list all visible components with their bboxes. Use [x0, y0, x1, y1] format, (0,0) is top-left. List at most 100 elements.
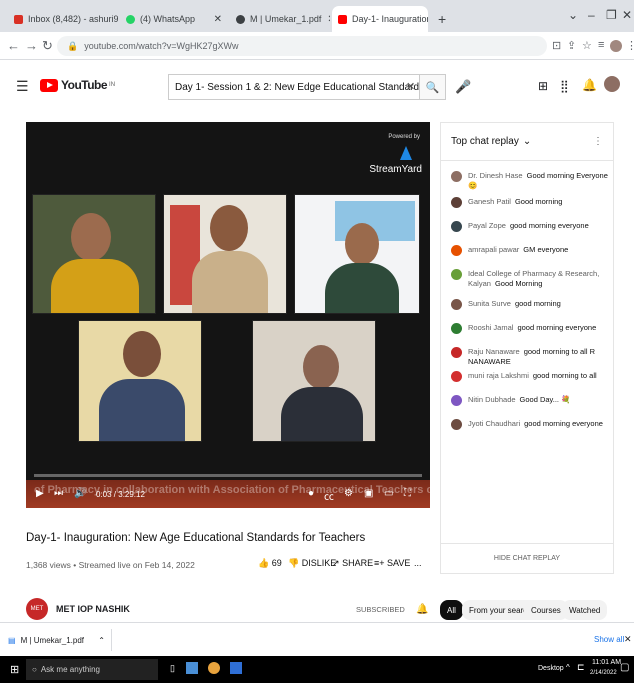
chat-message: Ideal College of Pharmacy & Research, Ka… — [451, 269, 609, 289]
close-download-bar-icon[interactable]: ✕ — [624, 634, 632, 645]
address-bar[interactable]: 🔒 youtube.com/watch?v=WgHK27gXWw — [57, 36, 547, 56]
chat-author-avatar[interactable] — [451, 197, 462, 208]
hamburger-menu-icon[interactable]: ☰ — [16, 78, 29, 95]
chat-author-avatar[interactable] — [451, 171, 462, 182]
windows-start-icon[interactable]: ⊞ — [10, 663, 19, 676]
chat-author-avatar[interactable] — [451, 371, 462, 382]
save-button[interactable]: ≡+ SAVE — [374, 558, 410, 568]
captions-icon[interactable]: ㏄ — [324, 488, 334, 503]
back-icon[interactable]: ← — [7, 38, 20, 53]
chat-author-avatar[interactable] — [451, 299, 462, 310]
youtube-logo[interactable]: YouTube IN — [40, 78, 115, 92]
chrome-icon[interactable] — [208, 662, 220, 674]
tab-youtube[interactable]: Day-1- Inauguration: New Age E ✕ — [332, 6, 428, 32]
tab-label: Day-1- Inauguration: New Age E — [352, 14, 428, 24]
chat-message-body: Payal Zope good morning everyone — [468, 221, 589, 231]
chat-author-avatar[interactable] — [451, 245, 462, 256]
chat-author-avatar[interactable] — [451, 347, 462, 358]
chat-author-avatar[interactable] — [451, 269, 462, 280]
network-icon[interactable]: ⊏ — [577, 662, 585, 673]
chat-author-avatar[interactable] — [451, 221, 462, 232]
task-view-icon[interactable]: ▯ — [170, 663, 175, 674]
play-icon[interactable]: ▶ — [36, 488, 44, 499]
miniplayer-icon[interactable]: ▣ — [364, 488, 373, 499]
chat-author-name: Nitin Dubhade — [468, 395, 516, 404]
autoplay-toggle-icon[interactable]: ● — [308, 488, 314, 499]
download-item[interactable]: ▤ M | Umekar_1.pdf ⌃ — [8, 629, 112, 651]
user-avatar[interactable] — [604, 76, 620, 92]
tray-chevron-icon[interactable]: ^ — [566, 663, 570, 672]
download-file-name: M | Umekar_1.pdf — [20, 635, 84, 645]
video-player[interactable]: Powered by StreamYard of Pharmacy in col… — [26, 122, 430, 508]
playlist-add-icon: ≡+ — [374, 558, 385, 568]
next-icon[interactable]: ⏭ — [54, 488, 63, 499]
chat-message: Sunita Surve good morning — [451, 299, 609, 310]
restore-icon[interactable]: ❐ — [606, 8, 617, 22]
subscribe-button[interactable]: SUBSCRIBED — [356, 605, 405, 614]
notifications-bell-icon[interactable]: 🔔 — [582, 78, 597, 92]
tab-gmail[interactable]: Inbox (8,482) - ashuri98@gm... ✕ — [8, 6, 118, 32]
more-actions-button[interactable]: ... — [414, 558, 422, 568]
close-icon[interactable]: ✕ — [321, 14, 330, 25]
lock-icon: 🔒 — [67, 40, 79, 51]
close-icon[interactable]: ✕ — [208, 14, 222, 25]
settings-gear-icon[interactable]: ⚙ — [344, 488, 353, 499]
chat-header[interactable]: Top chat replay ⌄ ⋮ — [441, 123, 613, 161]
fullscreen-icon[interactable]: ⛶ — [404, 488, 411, 499]
chat-author-name: Raju Nanaware — [468, 347, 520, 356]
chat-message-body: amrapali pawar GM everyone — [468, 245, 568, 255]
clear-search-icon[interactable]: ✕ — [406, 80, 415, 93]
reload-icon[interactable]: ↻ — [42, 38, 53, 54]
search-input[interactable]: Day 1- Session 1 & 2: New Edge Education… — [168, 74, 420, 100]
forward-icon[interactable]: → — [25, 38, 38, 53]
theater-mode-icon[interactable]: ▭ — [384, 488, 393, 499]
hide-chat-replay-button[interactable]: HIDE CHAT REPLAY — [441, 543, 613, 573]
channel-name[interactable]: MET IOP NASHIK — [56, 604, 130, 614]
microphone-icon[interactable]: 🎤 — [455, 79, 471, 95]
time-display: 0:03 / 3:29:12 — [96, 490, 145, 499]
share-icon[interactable]: ⇪ — [567, 39, 576, 52]
chat-message-text: good morning everyone — [509, 221, 589, 230]
taskbar-search[interactable]: ○ Ask me anything — [26, 659, 158, 680]
share-button[interactable]: ↗ SHARE — [332, 558, 373, 569]
install-icon[interactable]: ⊡ — [552, 39, 561, 52]
show-all-downloads-link[interactable]: Show all — [594, 635, 624, 644]
minimize-icon[interactable]: – — [588, 8, 595, 22]
word-icon[interactable] — [230, 662, 242, 674]
notification-bell-icon[interactable]: 🔔 — [416, 604, 428, 615]
window-close-icon[interactable]: ✕ — [622, 8, 632, 22]
chip-watched[interactable]: Watched — [562, 600, 608, 620]
bookmark-star-icon[interactable]: ☆ — [582, 39, 592, 52]
tab-pdf[interactable]: M | Umekar_1.pdf ✕ — [230, 6, 330, 32]
clock-date[interactable]: 2/14/2022 — [590, 670, 617, 676]
chat-menu-dots-icon[interactable]: ⋮ — [593, 136, 603, 147]
profile-avatar[interactable] — [610, 40, 622, 52]
chat-message: Nitin Dubhade Good Day... 💐 — [451, 395, 609, 406]
chat-author-name: Rooshi Jamal — [468, 323, 514, 332]
search-button[interactable]: 🔍 — [420, 74, 446, 100]
chevron-up-icon[interactable]: ⌃ — [98, 636, 105, 645]
create-video-icon[interactable]: ⊞ — [538, 79, 548, 93]
chat-message: muni raja Lakshmi good morning to all — [451, 371, 609, 382]
chat-author-avatar[interactable] — [451, 323, 462, 334]
video-progress-bar[interactable] — [34, 474, 422, 477]
reading-list-icon[interactable]: ≡ — [598, 39, 604, 51]
channel-avatar[interactable]: MET — [26, 598, 48, 620]
apps-grid-icon[interactable]: ⣿ — [560, 79, 569, 93]
action-center-icon[interactable]: ▢ — [620, 662, 629, 673]
clock-time[interactable]: 11:01 AM — [592, 659, 621, 666]
like-button[interactable]: 👍 69 — [258, 558, 282, 569]
tab-whatsapp[interactable]: (4) WhatsApp ✕ — [120, 6, 228, 32]
video-title: Day-1- Inauguration: New Age Educational… — [26, 532, 366, 544]
chip-all[interactable]: All — [440, 600, 463, 620]
chat-author-avatar[interactable] — [451, 419, 462, 430]
chat-author-avatar[interactable] — [451, 395, 462, 406]
tab-label: Inbox (8,482) - ashuri98@gm... — [28, 14, 118, 24]
file-explorer-icon[interactable] — [186, 662, 198, 674]
menu-dots-icon[interactable]: ⋮ — [626, 39, 634, 52]
volume-icon[interactable]: 🔊 — [74, 488, 86, 499]
dislike-button[interactable]: 👎 DISLIKE — [288, 558, 336, 569]
chevron-down-icon[interactable]: ⌄ — [568, 8, 578, 22]
new-tab-button[interactable]: + — [432, 6, 452, 32]
desktop-toolbar-label[interactable]: Desktop — [538, 665, 564, 672]
